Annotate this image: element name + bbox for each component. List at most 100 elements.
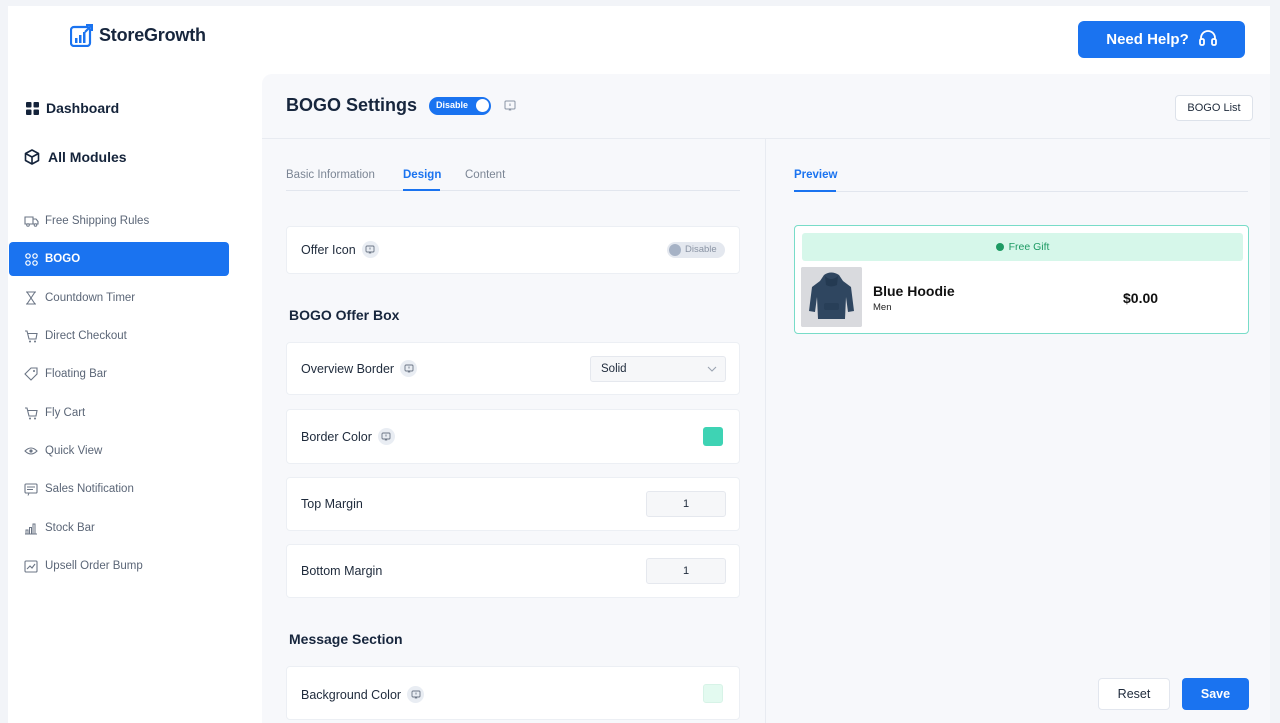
save-button[interactable]: Save	[1182, 678, 1249, 710]
settings-column: Basic Information Design Content Offer I…	[262, 139, 765, 723]
product-name: Blue Hoodie	[873, 283, 955, 299]
tab-active-indicator	[403, 189, 440, 191]
background-color-label-group: Background Color	[301, 686, 425, 703]
sidebar-item-bogo[interactable]: BOGO	[9, 242, 229, 276]
dashboard-icon	[24, 100, 40, 116]
chevron-down-icon	[707, 364, 717, 376]
sidebar-item-stock-bar[interactable]: Stock Bar	[9, 511, 229, 545]
sidebar-item-label: Upsell Order Bump	[45, 560, 143, 572]
sidebar: Dashboard All Modules Free Shipping Rule…	[8, 74, 262, 723]
overview-border-value: Solid	[601, 363, 627, 375]
top-margin-label: Top Margin	[301, 497, 363, 511]
eye-icon	[23, 443, 39, 459]
section-title-message: Message Section	[289, 631, 403, 647]
need-help-label: Need Help?	[1106, 31, 1189, 48]
bottom-margin-row: Bottom Margin 1	[286, 544, 740, 598]
info-icon[interactable]	[407, 686, 425, 703]
page-title: BOGO Settings	[286, 95, 418, 115]
notification-icon	[23, 481, 39, 497]
product-image	[801, 267, 862, 327]
sidebar-item-sales-notification[interactable]: Sales Notification	[9, 472, 229, 506]
sidebar-item-fly-cart[interactable]: Fly Cart	[9, 396, 229, 430]
product-category: Men	[873, 302, 892, 313]
info-icon[interactable]	[400, 360, 418, 377]
logo-icon	[69, 23, 94, 48]
cart-icon	[23, 328, 39, 344]
hourglass-icon	[23, 290, 39, 306]
border-color-swatch[interactable]	[703, 427, 723, 446]
free-gift-label: Free Gift	[1008, 241, 1050, 253]
border-color-label-group: Border Color	[301, 428, 395, 445]
top-margin-input[interactable]: 1	[646, 491, 726, 517]
headset-icon	[1198, 29, 1217, 50]
app-window: StoreGrowth Need Help? Dashboard All Mod…	[8, 6, 1270, 723]
background-color-label: Background Color	[301, 687, 402, 702]
sidebar-item-direct-checkout[interactable]: Direct Checkout	[9, 319, 229, 353]
sidebar-item-countdown-timer[interactable]: Countdown Timer	[9, 281, 229, 315]
title-row: BOGO Settings Disable	[286, 95, 517, 116]
toggle-knob	[476, 98, 490, 112]
sidebar-all-modules-label: All Modules	[48, 149, 127, 165]
sidebar-all-modules[interactable]: All Modules	[24, 149, 127, 165]
cart-icon	[23, 405, 39, 421]
product-price: $0.00	[1123, 290, 1159, 306]
free-gift-banner: Free Gift	[802, 233, 1243, 261]
tab-active-indicator	[794, 190, 836, 192]
bogo-status-toggle[interactable]: Disable	[429, 96, 492, 115]
bogo-offer-preview: Free Gift Blue Hoodie Men $0.00	[794, 225, 1249, 334]
brand-name: StoreGrowth	[99, 25, 206, 45]
tab-content[interactable]: Content	[465, 169, 505, 181]
overview-border-select[interactable]: Solid	[590, 356, 726, 382]
tab-basic-information[interactable]: Basic Information	[286, 169, 375, 181]
bogo-list-button[interactable]: BOGO List	[1175, 95, 1253, 121]
sidebar-item-free-shipping[interactable]: Free Shipping Rules	[9, 204, 229, 238]
preview-column: Preview Free Gift Blue Hoodie Men $0.00 …	[766, 139, 1270, 723]
sidebar-item-quick-view[interactable]: Quick View	[9, 434, 229, 468]
info-icon[interactable]	[361, 241, 379, 258]
sidebar-item-label: Stock Bar	[45, 522, 95, 534]
truck-icon	[23, 213, 39, 229]
offer-icon-toggle[interactable]: Disable	[667, 242, 725, 258]
reset-button[interactable]: Reset	[1098, 678, 1170, 710]
sidebar-item-label: BOGO	[45, 253, 81, 265]
bottom-margin-input[interactable]: 1	[646, 558, 726, 584]
sidebar-item-label: Countdown Timer	[45, 292, 136, 304]
sidebar-item-label: Fly Cart	[45, 407, 86, 419]
sidebar-item-floating-bar[interactable]: Floating Bar	[9, 357, 229, 391]
sidebar-dashboard[interactable]: Dashboard	[24, 100, 119, 116]
preview-tab-line	[794, 191, 1248, 192]
border-color-label: Border Color	[301, 429, 372, 444]
sidebar-item-label: Direct Checkout	[45, 330, 127, 342]
settings-tabs: Basic Information Design Content	[286, 161, 740, 191]
overview-border-label: Overview Border	[301, 361, 395, 376]
tab-preview[interactable]: Preview	[794, 169, 837, 181]
tab-design[interactable]: Design	[403, 169, 441, 181]
info-icon[interactable]	[503, 99, 517, 113]
sidebar-item-upsell-order-bump[interactable]: Upsell Order Bump	[9, 549, 229, 583]
sidebar-item-label: Sales Notification	[45, 483, 134, 495]
bar-chart-icon	[23, 520, 39, 536]
info-icon[interactable]	[377, 428, 395, 445]
border-color-row: Border Color	[286, 409, 740, 464]
sidebar-dashboard-label: Dashboard	[46, 100, 120, 116]
offer-icon-label: Offer Icon	[301, 242, 356, 257]
background-color-row: Background Color	[286, 666, 740, 720]
sidebar-item-label: Quick View	[45, 445, 103, 457]
background-color-swatch[interactable]	[703, 684, 723, 703]
brand-logo[interactable]: StoreGrowth	[69, 23, 206, 48]
offer-icon-label-group: Offer Icon	[301, 241, 379, 258]
offer-icon-row: Offer Icon Disable	[286, 226, 740, 274]
bottom-margin-label: Bottom Margin	[301, 564, 383, 578]
bogo-status-label: Disable	[436, 99, 469, 110]
sidebar-item-label: Free Shipping Rules	[45, 215, 150, 227]
tag-icon	[23, 366, 39, 382]
need-help-button[interactable]: Need Help?	[1078, 21, 1245, 58]
trend-icon	[23, 558, 39, 574]
grid-icon	[23, 251, 39, 267]
toggle-knob	[669, 244, 681, 256]
offer-icon-toggle-label: Disable	[685, 244, 717, 255]
section-title-offer-box: BOGO Offer Box	[289, 307, 400, 323]
top-margin-row: Top Margin 1	[286, 477, 740, 531]
overview-border-label-group: Overview Border	[301, 360, 418, 377]
cube-icon	[24, 149, 40, 165]
